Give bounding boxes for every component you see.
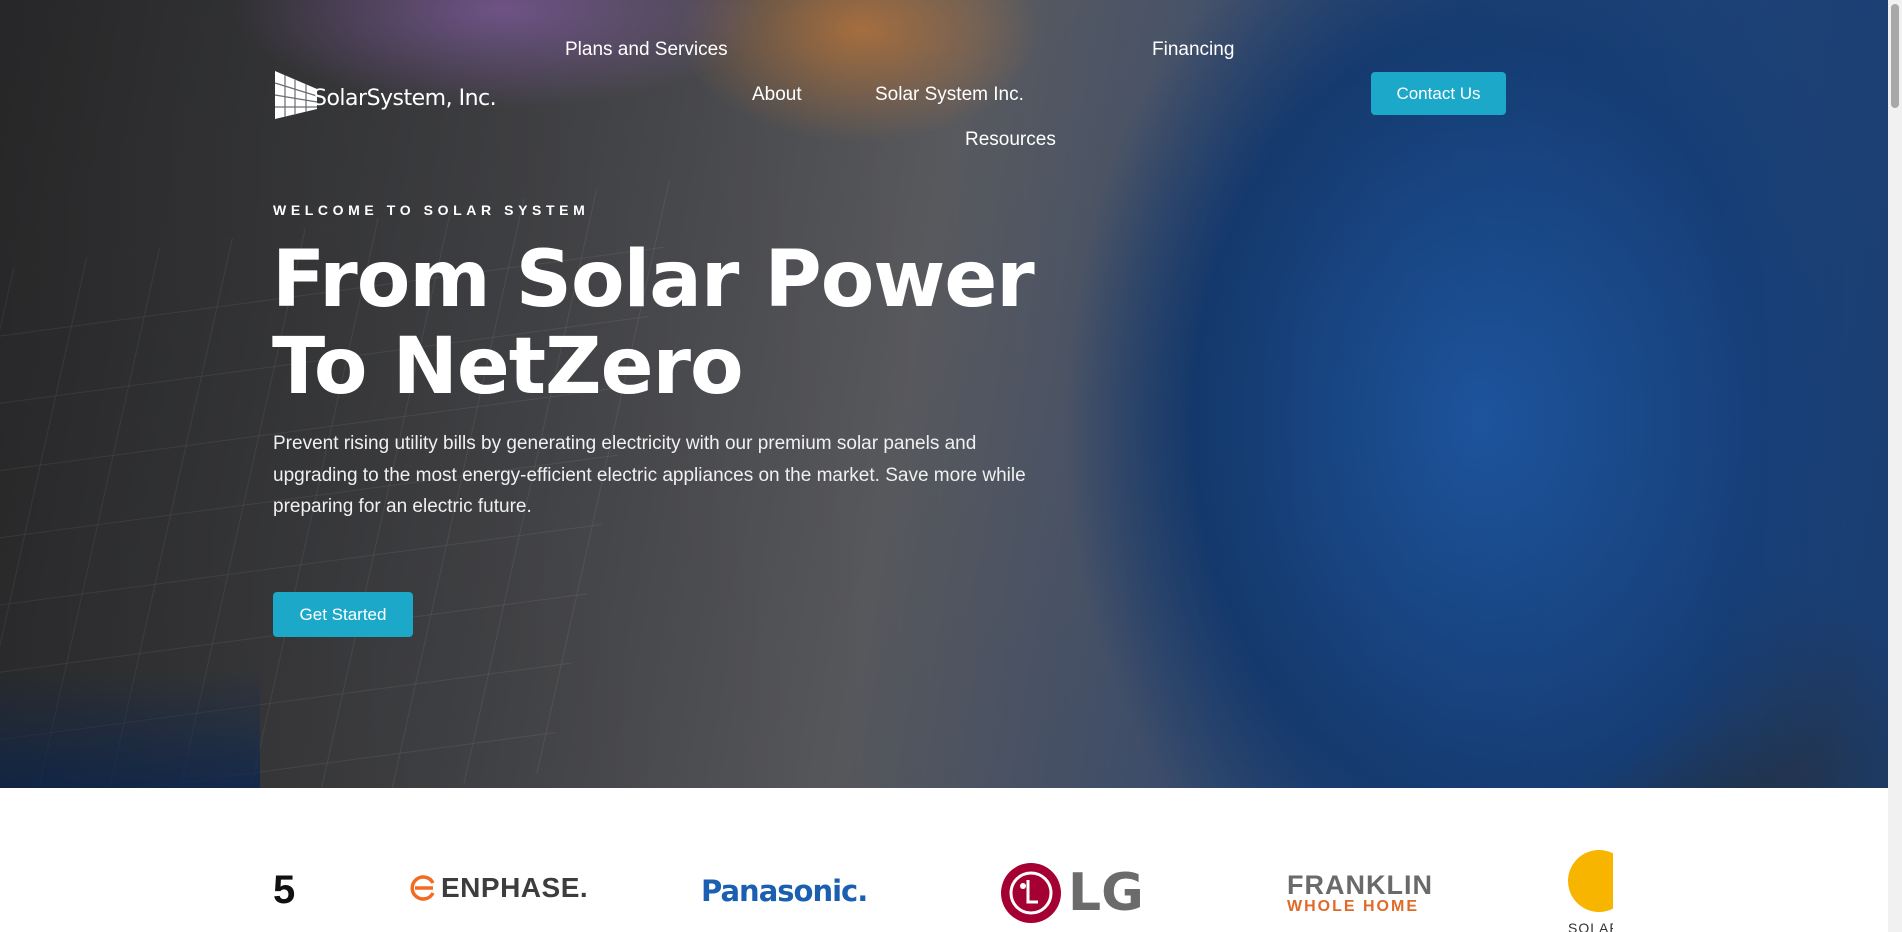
partner-logo-panasonic: Panasonic. bbox=[701, 874, 868, 908]
vertical-scrollbar[interactable] bbox=[1888, 0, 1902, 932]
partner-logo-enphase: ENPHASE. bbox=[409, 872, 588, 904]
partner-logo-lg: LG bbox=[1000, 862, 1144, 924]
lg-face-icon bbox=[1001, 863, 1061, 923]
scrollbar-thumb[interactable] bbox=[1891, 4, 1899, 108]
hero-headline-line-1: From Solar Power bbox=[272, 235, 1035, 325]
nav-link-plans-and-services[interactable]: Plans and Services bbox=[565, 39, 728, 61]
contact-us-button[interactable]: Contact Us bbox=[1371, 72, 1506, 115]
site-logo[interactable]: SolarSystem, Inc. bbox=[273, 69, 497, 119]
nav-link-solar-system-inc[interactable]: Solar System Inc. bbox=[875, 84, 1024, 106]
get-started-button[interactable]: Get Started bbox=[273, 592, 413, 637]
hero-eyebrow: WELCOME TO SOLAR SYSTEM bbox=[273, 202, 590, 218]
partial-partner-logo: 5 bbox=[273, 868, 296, 912]
brand-name: SolarSystem, Inc. bbox=[313, 86, 497, 111]
enphase-e-icon bbox=[410, 875, 435, 901]
partner-logo-solar-icon bbox=[1568, 850, 1613, 912]
hero-section: SolarSystem, Inc. Plans and Services Fin… bbox=[0, 0, 1888, 788]
nav-link-resources[interactable]: Resources bbox=[965, 129, 1056, 151]
partner-logos-carousel: 5 ENPHASE. Panasonic. LG FRANKLIN WHOLE … bbox=[273, 840, 1613, 932]
hero-headline-line-2: To NetZero bbox=[272, 322, 744, 412]
hero-description: Prevent rising utility bills by generati… bbox=[273, 433, 1026, 517]
nav-link-financing[interactable]: Financing bbox=[1152, 39, 1234, 61]
nav-link-about[interactable]: About bbox=[752, 84, 802, 106]
partner-logo-franklin: FRANKLIN WHOLE HOME bbox=[1287, 870, 1433, 915]
hero-headline: From Solar Power To NetZero bbox=[272, 235, 1035, 412]
partner-logo-solar: SOLAR bbox=[1568, 920, 1613, 932]
